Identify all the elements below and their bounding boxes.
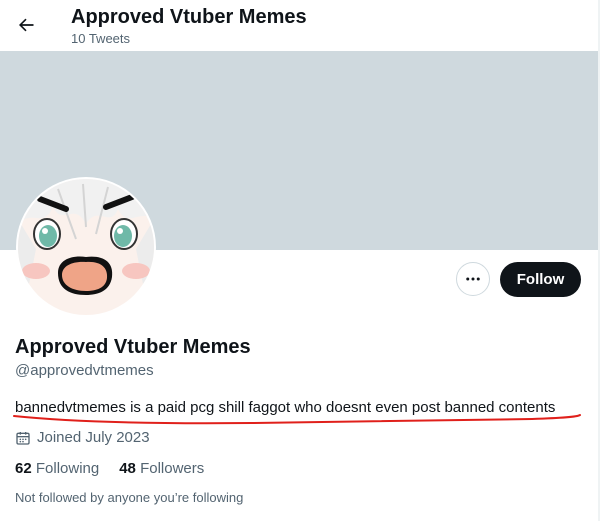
avatar[interactable] <box>16 177 156 317</box>
top-header: Approved Vtuber Memes 10 Tweets <box>0 0 600 51</box>
back-button[interactable] <box>10 9 42 41</box>
red-underline-annotation <box>13 414 581 425</box>
more-horizontal-icon <box>466 277 480 281</box>
following-label: Following <box>31 460 100 477</box>
handle: @approvedvtmemes <box>15 362 154 379</box>
followers-link[interactable]: 48 Followers <box>119 460 204 478</box>
follow-stats: 62 Following 48 Followers <box>15 460 224 478</box>
joined-text: Joined July 2023 <box>37 429 150 446</box>
more-options-button[interactable] <box>456 262 490 296</box>
tweet-count: 10 Tweets <box>71 31 131 46</box>
followers-label: Followers <box>135 460 205 477</box>
joined-date: Joined July 2023 <box>15 429 150 447</box>
arrow-left-icon <box>19 18 34 32</box>
mutual-followers-note: Not followed by anyone you’re following <box>15 490 244 505</box>
display-name: Approved Vtuber Memes <box>15 336 251 358</box>
following-link[interactable]: 62 Following <box>15 460 99 478</box>
header-title: Approved Vtuber Memes <box>71 6 307 28</box>
followers-count: 48 <box>119 460 136 477</box>
calendar-icon <box>16 432 30 445</box>
follow-button[interactable]: Follow <box>500 262 581 297</box>
avatar-image <box>18 179 154 315</box>
following-count: 62 <box>15 460 32 477</box>
